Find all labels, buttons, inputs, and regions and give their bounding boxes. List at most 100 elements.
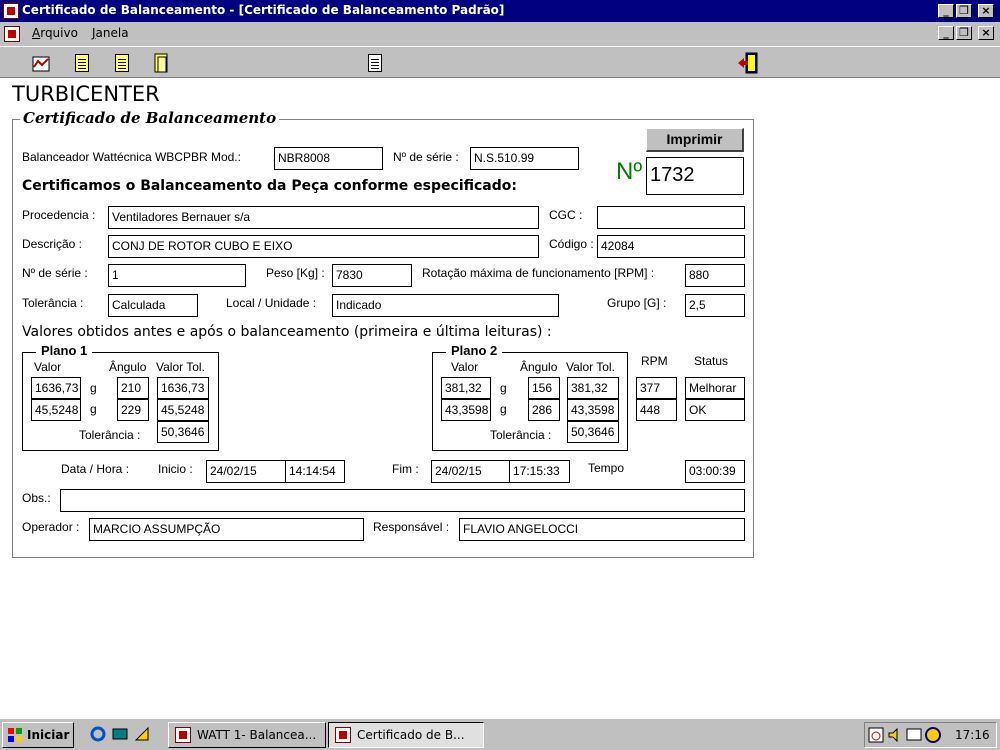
plane2-unit-1: g bbox=[500, 381, 507, 395]
plane2-angle-2[interactable]: 286 bbox=[528, 399, 560, 421]
exit-button[interactable] bbox=[736, 51, 760, 75]
origin-label: Procedencia : bbox=[22, 208, 96, 222]
task-watt-balancea[interactable]: WATT 1- Balancea... bbox=[168, 722, 326, 748]
plane1-unit-1: g bbox=[90, 381, 97, 395]
plane1-tol-header: Valor Tol. bbox=[156, 360, 205, 374]
max-rpm-label: Rotação máxima de funcionamento [RPM] : bbox=[422, 266, 655, 280]
plane2-value-2[interactable]: 43,3598 bbox=[441, 399, 491, 421]
max-rpm-field[interactable]: 880 bbox=[685, 264, 745, 287]
plane2-tol-1[interactable]: 381,32 bbox=[567, 377, 619, 399]
child-restore-button[interactable]: ❐ bbox=[956, 26, 972, 40]
responsible-label: Responsável : bbox=[373, 520, 450, 534]
operator-field[interactable]: MARCIO ASSUMPÇÃO bbox=[89, 518, 364, 541]
plane2-tol-2[interactable]: 43,3598 bbox=[567, 399, 619, 421]
group-field[interactable]: 2,5 bbox=[685, 294, 745, 317]
description-label: Descrição : bbox=[22, 237, 83, 251]
plane1-title: Plano 1 bbox=[36, 343, 93, 358]
status-field-1[interactable]: Melhorar bbox=[685, 377, 745, 399]
child-minimize-button[interactable]: _ bbox=[938, 26, 954, 40]
end-label: Fim : bbox=[392, 462, 419, 476]
plane2-tol-header: Valor Tol. bbox=[566, 360, 615, 374]
plane2-value-1[interactable]: 381,32 bbox=[441, 377, 491, 399]
responsible-field[interactable]: FLAVIO ANGELOCCI bbox=[459, 518, 745, 541]
app-icon[interactable] bbox=[3, 3, 19, 19]
end-date-field[interactable]: 24/02/15 bbox=[431, 460, 511, 483]
plane2-angle-1[interactable]: 156 bbox=[528, 377, 560, 399]
clock: 17:16 bbox=[955, 728, 990, 742]
plane2-angle-header: Ângulo bbox=[520, 360, 558, 374]
windows-logo-icon bbox=[8, 728, 22, 742]
note-icon bbox=[75, 54, 89, 72]
rpm-field-1[interactable]: 377 bbox=[636, 377, 677, 399]
tolerance-field[interactable]: Calculada bbox=[108, 294, 198, 317]
weight-label: Peso [Kg] : bbox=[266, 266, 325, 280]
plane1-value-1[interactable]: 1636,73 bbox=[31, 377, 81, 399]
ie-icon[interactable] bbox=[90, 726, 106, 742]
network-icon[interactable] bbox=[925, 727, 941, 743]
description-field[interactable]: CONJ DE ROTOR CUBO E EIXO bbox=[108, 235, 539, 258]
notes-button[interactable] bbox=[70, 51, 94, 75]
restore-button[interactable]: ❐ bbox=[956, 4, 972, 18]
company-name: TURBICENTER bbox=[12, 82, 160, 106]
start-button[interactable]: Iniciar bbox=[2, 722, 74, 748]
part-serial-field[interactable]: 1 bbox=[108, 264, 246, 287]
plane1-angle-2[interactable]: 229 bbox=[117, 399, 149, 421]
folder-icon bbox=[154, 53, 168, 73]
document-icon[interactable] bbox=[4, 26, 20, 42]
plane1-value-header: Valor bbox=[34, 360, 62, 374]
obs-field[interactable] bbox=[60, 489, 745, 512]
start-time-field[interactable]: 14:14:54 bbox=[285, 460, 345, 483]
certificate-number-field[interactable]: 1732 bbox=[646, 157, 744, 195]
menu-arquivo[interactable]: Arquivo bbox=[32, 26, 78, 40]
duration-label: Tempo bbox=[588, 461, 625, 475]
plane1-value-2[interactable]: 45,5248 bbox=[31, 399, 81, 421]
exit-door-icon bbox=[738, 52, 758, 74]
end-time-field[interactable]: 17:15:33 bbox=[509, 460, 570, 483]
duration-field[interactable]: 03:00:39 bbox=[685, 460, 745, 483]
code-label: Código : bbox=[549, 237, 594, 251]
weight-field[interactable]: 7830 bbox=[332, 264, 412, 287]
toolbar bbox=[0, 46, 1000, 78]
menu-janela[interactable]: Janela bbox=[92, 26, 129, 40]
rpm-header: RPM bbox=[641, 354, 668, 368]
chart-icon bbox=[32, 56, 50, 72]
origin-field[interactable]: Ventiladores Bernauer s/a bbox=[108, 206, 539, 229]
volume-icon[interactable] bbox=[887, 727, 903, 743]
child-close-button[interactable]: × bbox=[978, 26, 994, 40]
certificate-title: Certificado de Balanceamento bbox=[20, 109, 280, 127]
channels-icon[interactable] bbox=[134, 726, 150, 742]
close-button[interactable]: × bbox=[978, 4, 994, 18]
folder-button[interactable] bbox=[150, 51, 174, 75]
rpm-field-2[interactable]: 448 bbox=[636, 399, 677, 421]
display-settings-icon[interactable] bbox=[906, 727, 922, 743]
window-titlebar[interactable]: Certificado de Balanceamento - [Certific… bbox=[0, 0, 1000, 22]
watt-app-icon bbox=[175, 727, 191, 743]
cgc-label: CGC : bbox=[549, 208, 583, 222]
list-button[interactable] bbox=[110, 51, 134, 75]
window-title: Certificado de Balanceamento - [Certific… bbox=[22, 3, 505, 17]
scheduler-icon[interactable] bbox=[868, 727, 884, 743]
status-field-2[interactable]: OK bbox=[685, 399, 745, 421]
location-field[interactable]: Indicado bbox=[332, 294, 559, 317]
minimize-button[interactable]: _ bbox=[938, 4, 954, 18]
desktop-icon[interactable] bbox=[112, 726, 128, 742]
code-field[interactable]: 42084 bbox=[597, 235, 745, 258]
balancer-model-field[interactable]: NBR8008 bbox=[274, 147, 383, 170]
certification-statement: Certificamos o Balanceamento da Peça con… bbox=[22, 178, 517, 194]
plane1-tol-2[interactable]: 45,5248 bbox=[157, 399, 209, 421]
plane1-tolerance-field[interactable]: 50,3646 bbox=[157, 421, 209, 443]
balance-chart-button[interactable] bbox=[30, 51, 54, 75]
task-certificado[interactable]: Certificado de B... bbox=[328, 722, 484, 748]
plane1-tol-1[interactable]: 1636,73 bbox=[157, 377, 209, 399]
report-button[interactable] bbox=[363, 51, 387, 75]
system-tray: 17:16 bbox=[864, 722, 997, 748]
certificado-app-icon bbox=[335, 727, 351, 743]
print-button[interactable]: Imprimir bbox=[646, 128, 744, 152]
plane2-tolerance-field[interactable]: 50,3646 bbox=[567, 421, 619, 443]
start-date-field[interactable]: 24/02/15 bbox=[206, 460, 286, 483]
plane1-angle-1[interactable]: 210 bbox=[117, 377, 149, 399]
cgc-field[interactable] bbox=[597, 206, 745, 229]
menu-bar: Arquivo Janela _ ❐ × bbox=[0, 22, 1000, 46]
tolerance-label: Tolerância : bbox=[22, 296, 84, 310]
machine-serial-field[interactable]: N.S.510.99 bbox=[470, 147, 579, 170]
